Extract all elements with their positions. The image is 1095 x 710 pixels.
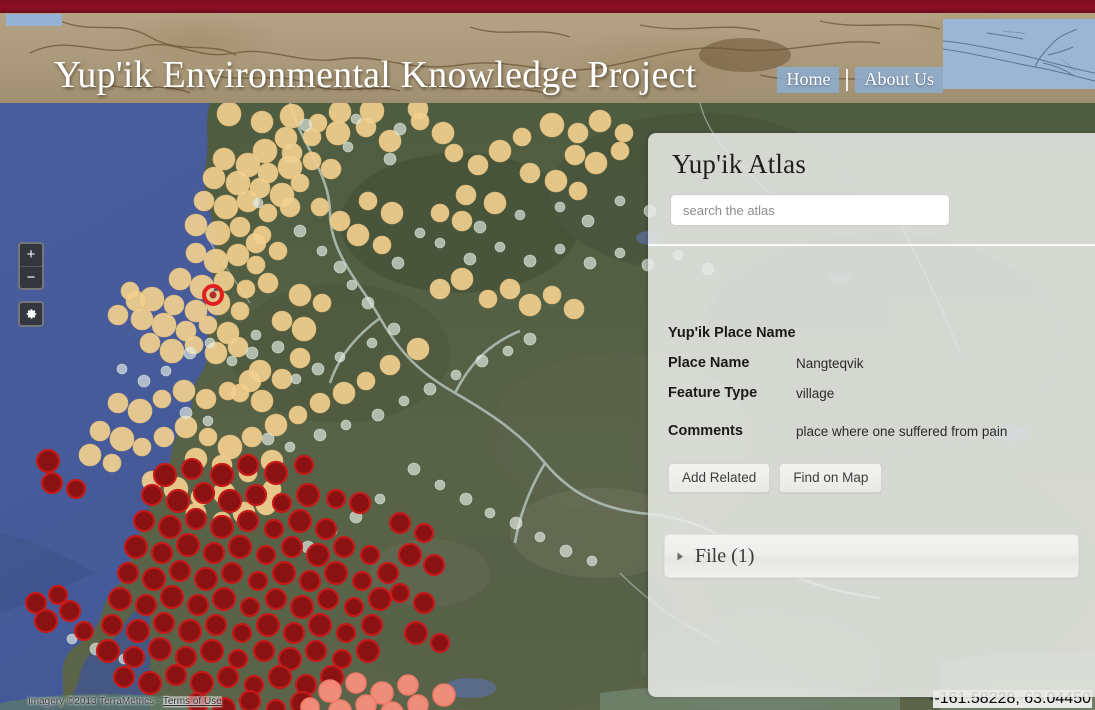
browser-top-strip [0,0,1095,13]
place-detail-body: Yup'ik Place Name Place Name Nangteqvik … [648,246,1095,493]
main-navigation: Home About Us [777,67,943,93]
nav-item-home[interactable]: Home [777,67,840,93]
field-comments: Comments place where one suffered from p… [668,422,1073,441]
map-settings-button[interactable] [18,301,44,327]
field-feature-type: Feature Type village [668,384,1073,403]
site-header: Yup'ik Environmental Knowledge Project H… [0,13,1095,103]
add-related-button[interactable]: Add Related [668,463,771,493]
nav-divider [846,69,849,91]
panel-title: Yup'ik Atlas [672,149,807,179]
field-label: Yup'ik Place Name [668,325,796,341]
zoom-in-button[interactable]: + [20,244,42,267]
field-value: Nangteqvik [796,356,864,371]
field-yupik-place-name: Yup'ik Place Name [668,324,1073,343]
zoom-controls[interactable]: + − [18,242,44,290]
place-actions: Add Related Find on Map [668,463,1073,493]
map-attribution: Imagery ©2013 TerraMetrics - Terms of Us… [28,696,222,707]
field-value: village [796,386,835,401]
gear-icon [24,307,38,321]
field-label: Feature Type [668,385,758,401]
terms-of-use-link[interactable]: Terms of Use [162,696,222,707]
file-accordion[interactable]: File (1) [664,534,1079,578]
field-place-name: Place Name Nangteqvik [668,354,1073,373]
chevron-right-icon [665,552,695,561]
file-accordion-label: File (1) [695,544,755,567]
header-inset-map-thumbnail [943,19,1095,89]
site-title: Yup'ik Environmental Knowledge Project [54,54,697,96]
search-input[interactable] [670,194,950,226]
field-label: Comments [668,423,743,439]
nav-item-about-us[interactable]: About Us [855,67,943,93]
atlas-panel-header: Yup'ik Atlas [648,133,1095,244]
page-root: Yup'ik Environmental Knowledge Project H… [0,0,1095,710]
find-on-map-button[interactable]: Find on Map [779,463,883,493]
atlas-panel: Yup'ik Atlas Yup'ik Place Name Place Nam… [648,133,1095,697]
zoom-out-button[interactable]: − [20,267,42,289]
field-label: Place Name [668,355,750,371]
browser-tab-indicator [6,14,62,26]
attribution-text: Imagery ©2013 TerraMetrics - [28,696,163,707]
field-value: place where one suffered from pain [796,424,1008,439]
